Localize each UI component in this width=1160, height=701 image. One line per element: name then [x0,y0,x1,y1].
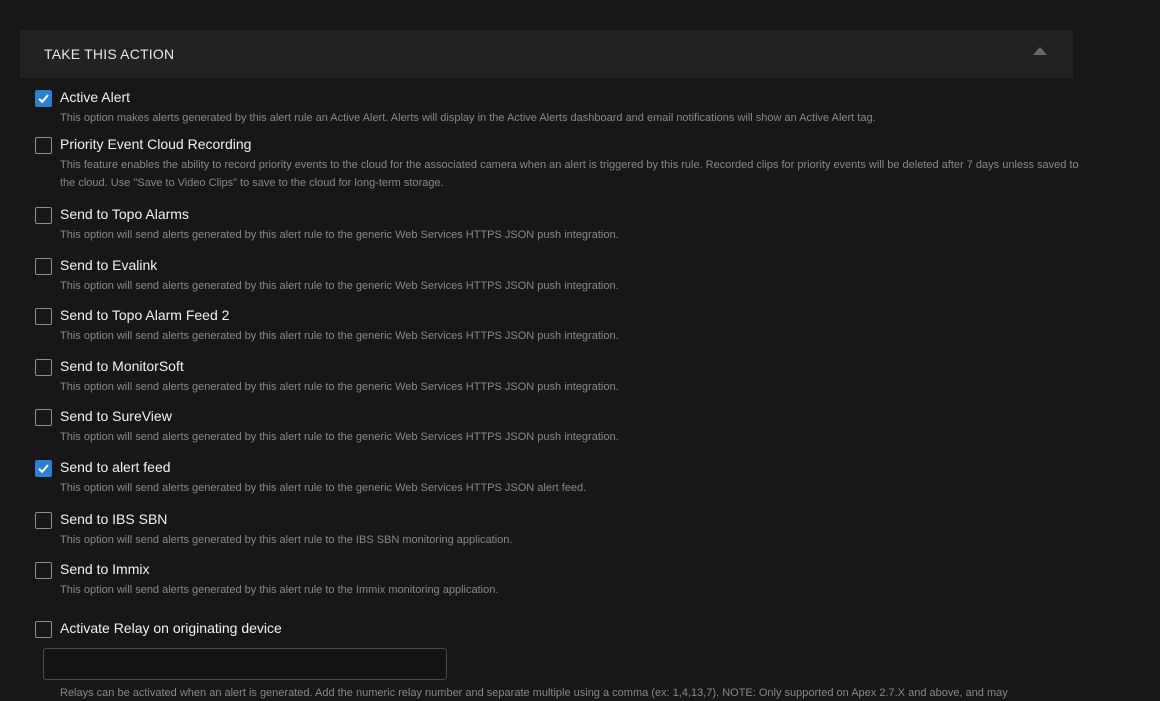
relay-number-input[interactable] [43,648,447,680]
option-description: This option will send alerts generated b… [60,482,587,494]
option-description: This option makes alerts generated by th… [60,112,876,124]
send-to-ibs-sbn-checkbox[interactable] [35,512,52,529]
option-label: Active Alert [60,89,131,105]
option-label: Activate Relay on originating device [60,620,282,636]
option-description: This feature enables the ability to reco… [60,159,1079,189]
option-label: Send to SureView [60,408,172,424]
option-label: Send to Immix [60,561,150,577]
option-label: Send to MonitorSoft [60,358,184,374]
section-header[interactable]: TAKE THIS ACTION [20,30,1073,78]
option-description: This option will send alerts generated b… [60,534,513,546]
option-description: This option will send alerts generated b… [60,330,619,342]
option-description: This option will send alerts generated b… [60,229,619,241]
send-to-evalink-checkbox[interactable] [35,258,52,275]
activate-relay-checkbox[interactable] [35,621,52,638]
active-alert-checkbox[interactable] [35,90,52,107]
send-to-topo-alarm-feed-2-checkbox[interactable] [35,308,52,325]
checkmark-icon [38,464,49,474]
send-to-immix-checkbox[interactable] [35,562,52,579]
section-title: TAKE THIS ACTION [44,46,175,62]
option-label: Send to alert feed [60,459,171,475]
option-label: Send to IBS SBN [60,511,168,527]
send-to-alert-feed-checkbox[interactable] [35,460,52,477]
send-to-sureview-checkbox[interactable] [35,409,52,426]
relay-note: Relays can be activated when an alert is… [60,687,1008,699]
option-label: Send to Topo Alarm Feed 2 [60,307,230,323]
send-to-monitorsoft-checkbox[interactable] [35,359,52,376]
option-description: This option will send alerts generated b… [60,381,619,393]
triangle-up-icon[interactable] [1033,47,1047,55]
option-description: This option will send alerts generated b… [60,431,619,443]
send-to-topo-alarms-checkbox[interactable] [35,207,52,224]
option-label: Send to Evalink [60,257,158,273]
checkmark-icon [38,94,49,104]
option-description: This option will send alerts generated b… [60,280,619,292]
priority-event-cloud-recording-checkbox[interactable] [35,137,52,154]
option-description: This option will send alerts generated b… [60,584,499,596]
option-label: Send to Topo Alarms [60,206,189,222]
option-label: Priority Event Cloud Recording [60,136,252,152]
